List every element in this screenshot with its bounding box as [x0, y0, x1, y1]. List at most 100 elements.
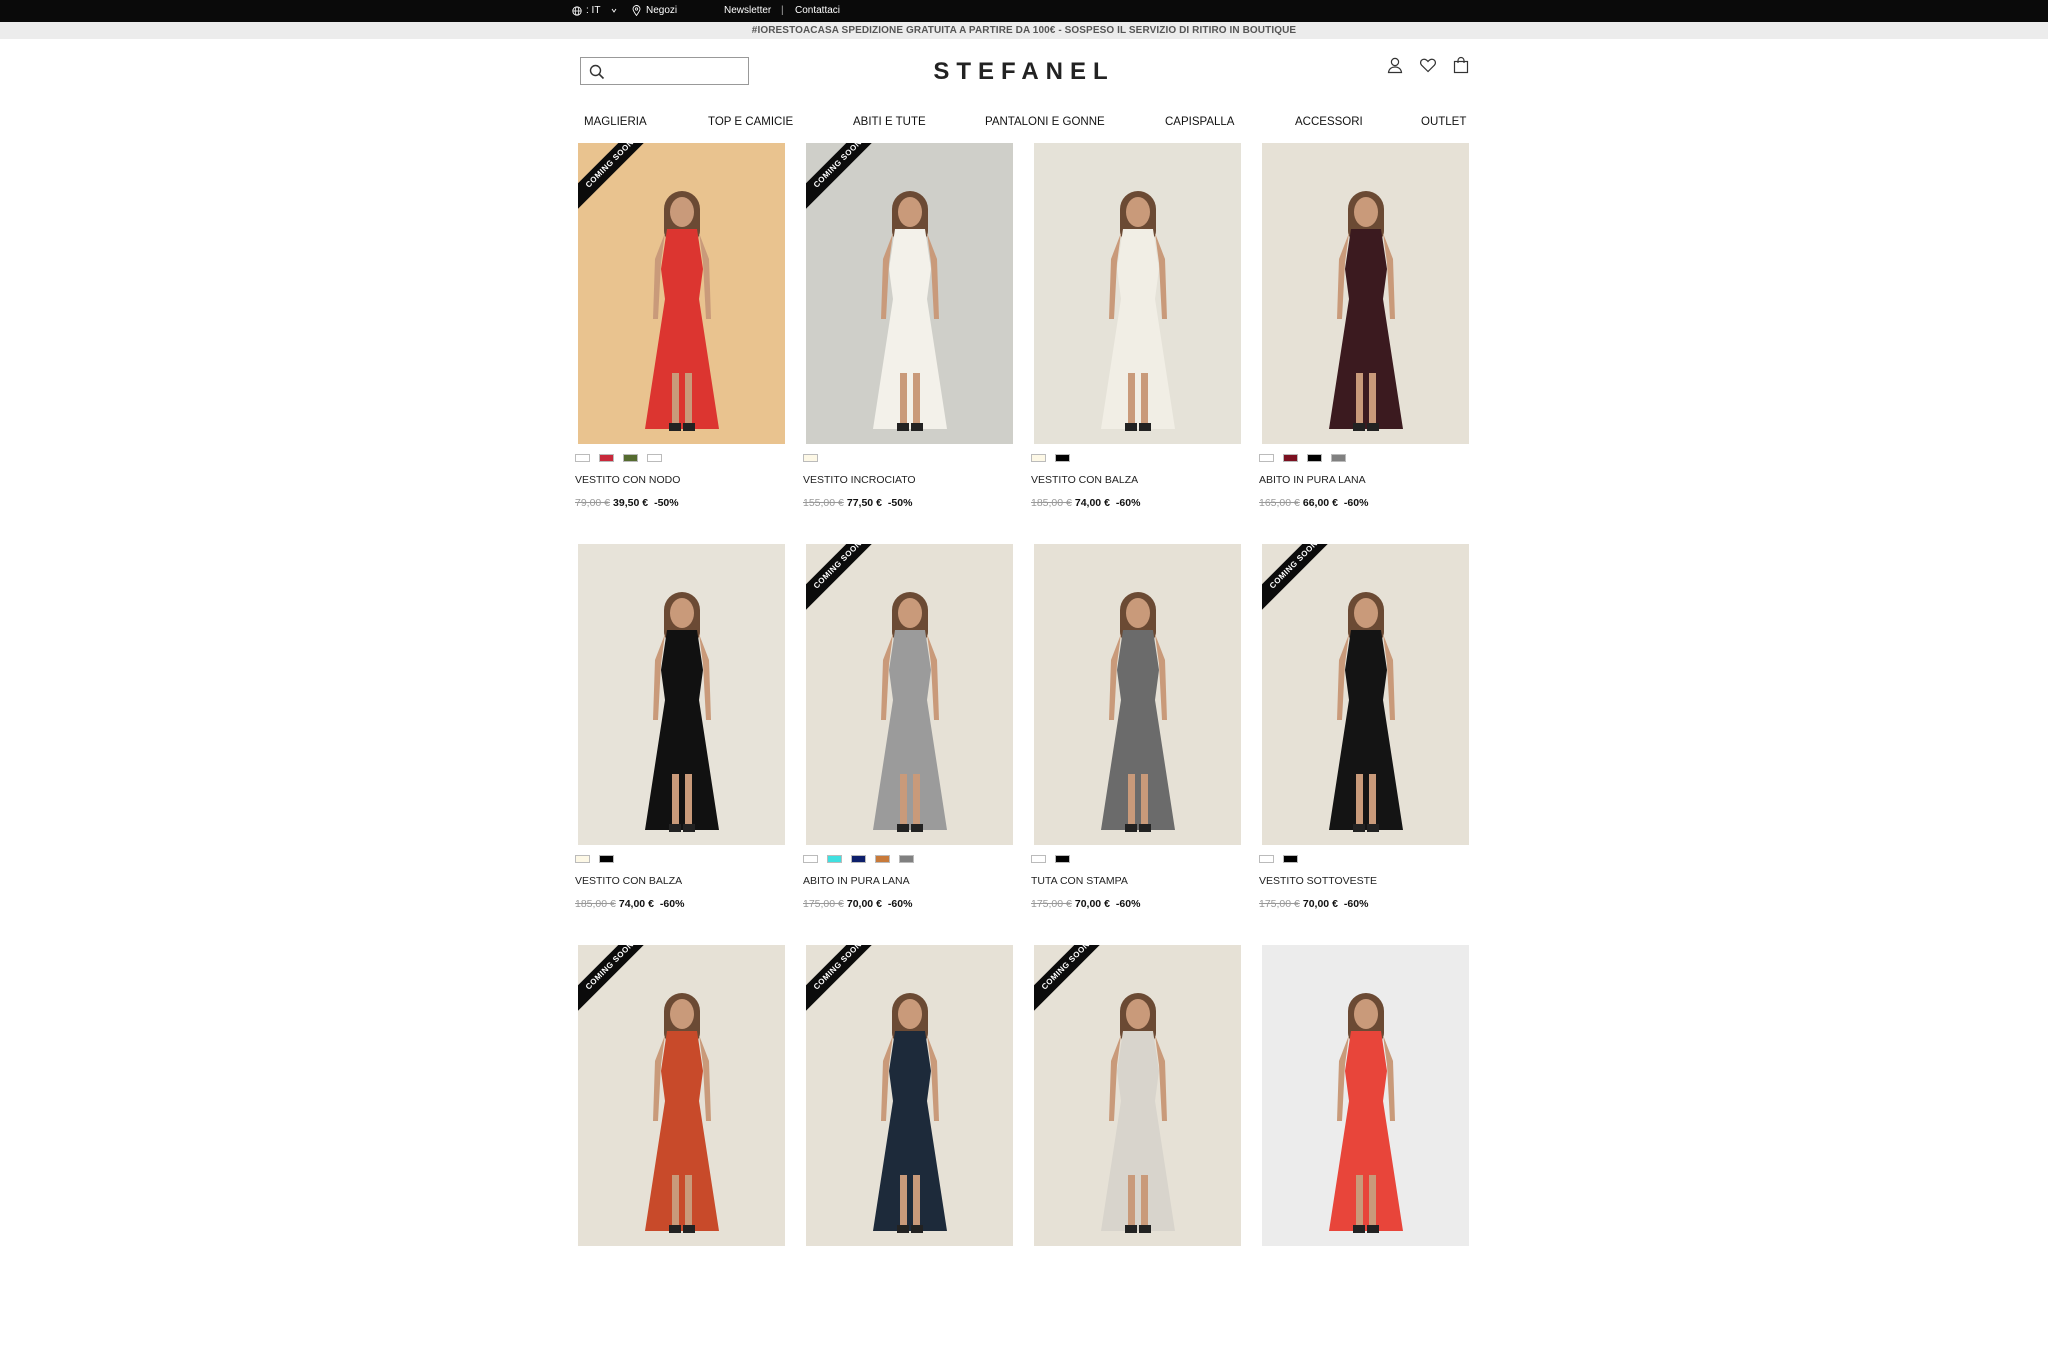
- product-card[interactable]: [1259, 945, 1469, 1345]
- product-card[interactable]: COMING SOON: [575, 945, 785, 1345]
- coming-soon-ribbon: COMING SOON: [806, 544, 886, 624]
- discount-badge: -50%: [887, 497, 913, 509]
- color-swatch[interactable]: [599, 454, 614, 462]
- nav-top-e-camicie[interactable]: TOP E CAMICIE: [708, 116, 793, 128]
- product-card[interactable]: COMING SOON: [803, 945, 1013, 1345]
- product-card[interactable]: COMING SOON VESTITO INCROCIATO 155,00 €77,…: [803, 143, 1013, 543]
- language-selector[interactable]: : IT: [572, 5, 618, 16]
- color-swatch[interactable]: [1031, 855, 1046, 863]
- model-legs: [1122, 373, 1154, 433]
- newsletter-link[interactable]: Newsletter: [724, 5, 771, 16]
- coming-soon-label: COMING SOON: [806, 945, 886, 1015]
- color-swatches: [803, 855, 914, 863]
- sale-price: 77,50 €: [846, 497, 882, 509]
- product-card[interactable]: VESTITO CON BALZA 185,00 €74,00 € -60%: [1031, 143, 1241, 543]
- color-swatch[interactable]: [803, 454, 818, 462]
- product-price: 185,00 €74,00 € -60%: [575, 898, 684, 910]
- shopping-bag-icon[interactable]: [1452, 56, 1470, 74]
- product-image[interactable]: [1262, 143, 1469, 444]
- product-card[interactable]: TUTA CON STAMPA 175,00 €70,00 € -60%: [1031, 544, 1241, 944]
- product-name[interactable]: ABITO IN PURA LANA: [803, 875, 910, 887]
- product-image[interactable]: [1262, 945, 1469, 1246]
- product-card[interactable]: COMING SOON ABITO IN PURA LANA 175,00 €70,…: [803, 544, 1013, 944]
- sale-price: 74,00 €: [618, 898, 654, 910]
- discount-badge: -60%: [1343, 497, 1369, 509]
- color-swatch[interactable]: [899, 855, 914, 863]
- product-name[interactable]: TUTA CON STAMPA: [1031, 875, 1128, 887]
- model-head: [897, 197, 922, 227]
- wishlist-heart-icon[interactable]: [1419, 56, 1437, 74]
- color-swatch[interactable]: [1283, 454, 1298, 462]
- stores-link[interactable]: Negozi: [632, 5, 677, 16]
- coming-soon-label: COMING SOON: [578, 143, 658, 213]
- product-name[interactable]: VESTITO SOTTOVESTE: [1259, 875, 1377, 887]
- product-image[interactable]: COMING SOON: [806, 544, 1013, 845]
- color-swatch[interactable]: [827, 855, 842, 863]
- product-name[interactable]: ABITO IN PURA LANA: [1259, 474, 1366, 486]
- account-icon[interactable]: [1386, 56, 1404, 74]
- discount-badge: -50%: [654, 497, 679, 509]
- sale-price: 74,00 €: [1074, 497, 1110, 509]
- nav-accessori[interactable]: ACCESSORI: [1295, 116, 1363, 128]
- product-image[interactable]: [578, 544, 785, 845]
- contact-link[interactable]: Contattaci: [795, 5, 840, 16]
- product-name[interactable]: VESTITO CON NODO: [575, 474, 680, 486]
- product-image[interactable]: COMING SOON: [806, 143, 1013, 444]
- model-head: [1353, 598, 1378, 628]
- color-swatch[interactable]: [1055, 454, 1070, 462]
- color-swatch[interactable]: [851, 855, 866, 863]
- topbar-separator: |: [781, 5, 784, 16]
- color-swatch[interactable]: [1259, 855, 1274, 863]
- product-price: 185,00 €74,00 € -60%: [1031, 497, 1140, 509]
- product-card[interactable]: VESTITO CON BALZA 185,00 €74,00 € -60%: [575, 544, 785, 944]
- product-image[interactable]: COMING SOON: [578, 143, 785, 444]
- globe-icon: [572, 5, 582, 16]
- product-card[interactable]: COMING SOON VESTITO CON NODO 79,00 €39,50 …: [575, 143, 785, 543]
- color-swatch[interactable]: [1331, 454, 1346, 462]
- model-legs: [894, 1175, 926, 1235]
- discount-badge: -60%: [1115, 497, 1141, 509]
- product-price: 175,00 €70,00 € -60%: [1031, 898, 1140, 910]
- sale-price: 39,50 €: [613, 497, 649, 509]
- nav-capispalla[interactable]: CAPISPALLA: [1165, 116, 1234, 128]
- color-swatch[interactable]: [1031, 454, 1046, 462]
- color-swatch[interactable]: [623, 454, 638, 462]
- product-image[interactable]: [1034, 544, 1241, 845]
- color-swatch[interactable]: [1283, 855, 1298, 863]
- product-name[interactable]: VESTITO INCROCIATO: [803, 474, 916, 486]
- color-swatch[interactable]: [575, 855, 590, 863]
- nav-maglieria[interactable]: MAGLIERIA: [584, 116, 647, 128]
- product-price: 155,00 €77,50 € -50%: [803, 497, 912, 509]
- original-price: 175,00 €: [803, 898, 844, 910]
- color-swatch[interactable]: [803, 855, 818, 863]
- site-logo[interactable]: STEFANEL: [860, 58, 1188, 86]
- search-input[interactable]: [580, 57, 749, 85]
- product-card[interactable]: ABITO IN PURA LANA 165,00 €66,00 € -60%: [1259, 143, 1469, 543]
- product-card[interactable]: COMING SOON VESTITO SOTTOVESTE 175,00 €70,…: [1259, 544, 1469, 944]
- nav-outlet[interactable]: OUTLET: [1421, 116, 1466, 128]
- original-price: 79,00 €: [575, 497, 611, 509]
- product-name[interactable]: VESTITO CON BALZA: [575, 875, 682, 887]
- model-head: [669, 197, 694, 227]
- color-swatch[interactable]: [575, 454, 590, 462]
- nav-abiti-e-tute[interactable]: ABITI E TUTE: [853, 116, 926, 128]
- product-image[interactable]: [1034, 143, 1241, 444]
- color-swatch[interactable]: [875, 855, 890, 863]
- color-swatch[interactable]: [599, 855, 614, 863]
- color-swatch[interactable]: [647, 454, 662, 462]
- product-name[interactable]: VESTITO CON BALZA: [1031, 474, 1138, 486]
- product-image[interactable]: COMING SOON: [578, 945, 785, 1246]
- nav-pantaloni-e-gonne[interactable]: PANTALONI E GONNE: [985, 116, 1105, 128]
- promo-banner: #IORESTOACASA SPEDIZIONE GRATUITA A PART…: [0, 22, 2048, 39]
- product-image[interactable]: COMING SOON: [1262, 544, 1469, 845]
- model-head: [669, 999, 694, 1029]
- color-swatch[interactable]: [1307, 454, 1322, 462]
- top-utility-bar: : IT Negozi Newsletter | Contattaci: [0, 0, 2048, 22]
- product-image[interactable]: COMING SOON: [1034, 945, 1241, 1246]
- coming-soon-label: COMING SOON: [1262, 544, 1342, 614]
- color-swatch[interactable]: [1259, 454, 1274, 462]
- discount-badge: -60%: [1343, 898, 1369, 910]
- color-swatch[interactable]: [1055, 855, 1070, 863]
- product-card[interactable]: COMING SOON: [1031, 945, 1241, 1345]
- product-image[interactable]: COMING SOON: [806, 945, 1013, 1246]
